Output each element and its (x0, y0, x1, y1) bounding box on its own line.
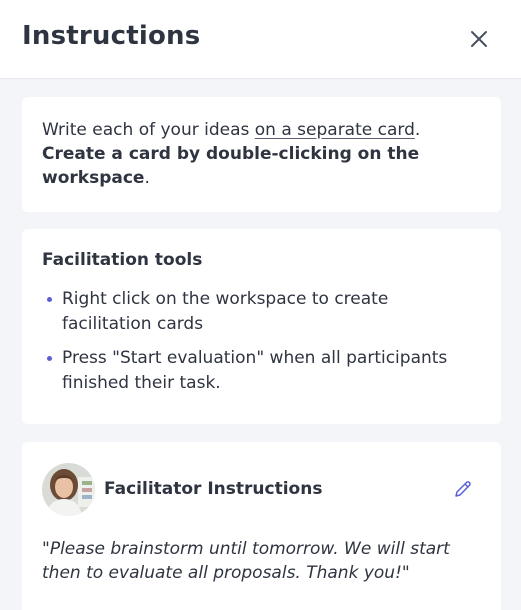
separate-card-link[interactable]: on a separate card (255, 120, 415, 140)
intro-text-part: . (144, 168, 150, 188)
pencil-icon (455, 481, 471, 497)
facilitation-tools-card: Facilitation tools Right click on the wo… (22, 229, 501, 424)
avatar (42, 462, 95, 516)
list-item-text: Press "Start evaluation" when all partic… (62, 348, 448, 393)
close-icon (471, 31, 487, 47)
list-item-text: Right click on the workspace to create f… (62, 289, 389, 334)
bullet-icon (47, 356, 52, 361)
list-item: Press "Start evaluation" when all partic… (42, 346, 481, 396)
intro-text-part: Write each of your ideas (42, 120, 255, 140)
bullet-icon (47, 297, 52, 302)
facilitation-tools-list: Right click on the workspace to create f… (42, 287, 481, 396)
intro-bold-text: Create a card by double-clicking on the … (42, 144, 420, 188)
facilitator-instructions-card: Facilitator Instructions "Please brainst… (22, 442, 501, 610)
intro-text-part: . (414, 120, 421, 140)
edit-button[interactable] (453, 479, 473, 499)
close-button[interactable] (467, 27, 491, 51)
intro-card: Write each of your ideas on a separate c… (22, 97, 501, 212)
intro-text: Write each of your ideas on a separate c… (42, 118, 481, 190)
panel-title: Instructions (22, 21, 201, 51)
facilitator-header: Facilitator Instructions (42, 462, 481, 516)
avatar-image (42, 462, 95, 516)
facilitator-title: Facilitator Instructions (104, 479, 323, 499)
facilitator-quote: "Please brainstorm until tomorrow. We wi… (42, 539, 450, 583)
list-item: Right click on the workspace to create f… (42, 287, 481, 337)
panel-header: Instructions (0, 0, 521, 79)
facilitation-tools-title: Facilitation tools (42, 250, 203, 270)
